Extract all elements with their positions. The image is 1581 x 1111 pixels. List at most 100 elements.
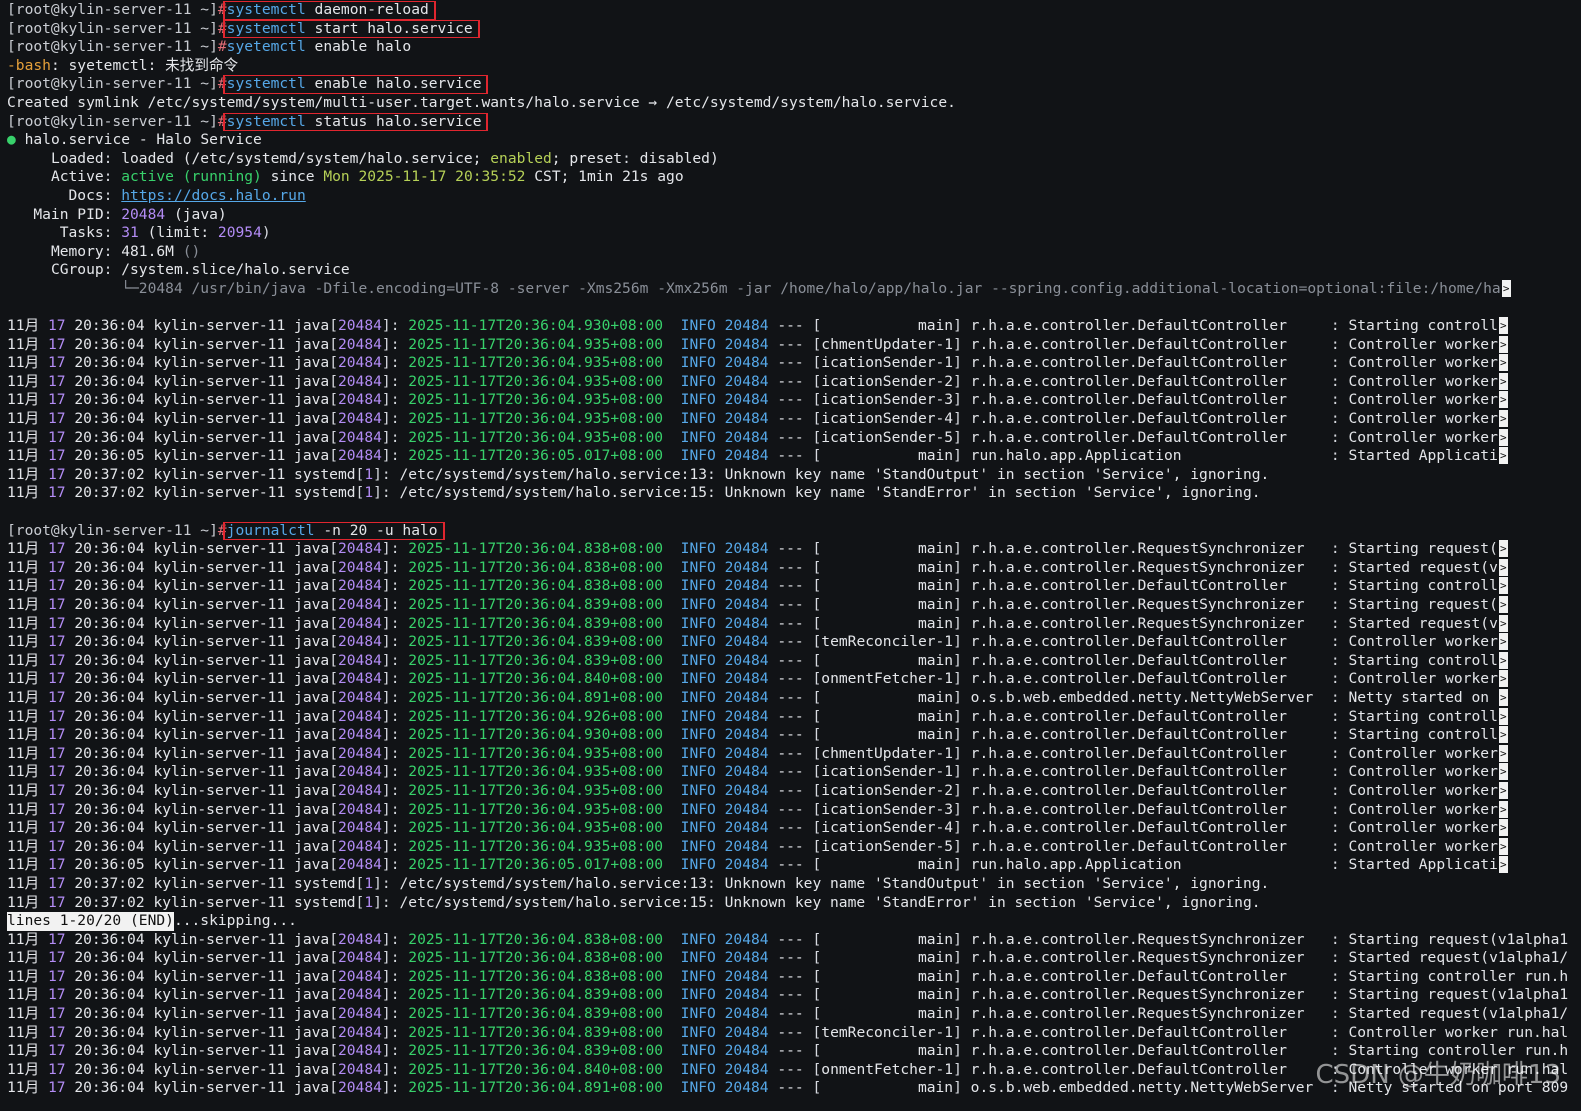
truncation-marker: > [1498,800,1508,818]
prompt-hash: # [217,75,227,93]
log-unit: systemd [294,893,356,911]
log-day: 17 [47,874,66,892]
log-unit: systemd [294,874,356,892]
truncation-marker: > [1498,819,1508,837]
bash-error-line: -bash: syetemctl: 未找到命令 [7,57,1581,76]
truncation-marker: > [1498,391,1508,409]
status-label: Active [50,168,104,186]
log-message: Controller worker [1348,633,1498,651]
log-level: INFO [680,763,716,781]
status-value: Mon 2025-11-17 20:35:52 [323,168,526,186]
log-month: 11月 [7,391,40,409]
status-label: CGroup [50,261,104,279]
log-host: kylin-server-11 [153,967,286,985]
log-timestamp: 2025-11-17T20:36:04.935+08:00 [408,410,664,428]
log-message: Controller worker [1348,837,1498,855]
command-text: syetemctl enable halo [227,38,412,55]
log-level: INFO [680,930,716,948]
log-pid: 20484 [724,577,769,595]
log-unit: java [294,800,330,818]
log-unit-pid: 20484 [337,651,382,669]
log-line: 11月 17 20:36:04 kylin-server-11 java[204… [7,391,1508,409]
log-day: 17 [47,317,66,335]
log-unit-pid: 20484 [337,372,382,390]
command-line: [root@kylin-server-11 ~]#systemctl start… [7,19,1581,39]
log-unit: java [294,856,330,874]
log-host: kylin-server-11 [153,670,286,688]
status-value: loaded (/etc/systemd/system/halo.service… [121,149,482,167]
log-separator: --- [777,633,804,651]
log-separator: --- [777,1060,804,1078]
log-level: INFO [680,688,716,706]
log-level: INFO [680,596,716,613]
symlink-line: Created symlink /etc/systemd/system/mult… [7,94,1581,113]
log-pid: 20484 [724,1005,769,1023]
log-line: 11月 17 20:37:02 kylin-server-11 systemd[… [7,893,1261,911]
log-separator: --- [777,781,804,799]
truncation-marker: > [1498,410,1508,428]
log-unit-pid: 20484 [337,763,382,781]
log-time: 20:36:04 [74,781,145,799]
log-unit-pid: 20484 [337,614,382,632]
prompt-hash: # [217,1,227,18]
log-message: Starting controller run.h [1348,967,1569,985]
truncation-marker: > [1498,763,1508,781]
log-day: 17 [47,1060,66,1078]
log-thread: chmentUpdater-1 [821,335,954,353]
log-class: r.h.a.e.controller.DefaultController [970,410,1323,428]
log-level: INFO [680,967,716,985]
log-thread: main [821,1005,954,1023]
loaded-line: Loaded: loaded (/etc/systemd/system/halo… [50,149,719,167]
log-separator: --- [777,800,804,818]
log-thread: icationSender-2 [821,372,954,390]
log-class: r.h.a.e.controller.DefaultController [970,354,1323,372]
log-pid: 20484 [724,410,769,428]
log-unit-pid: 20484 [337,428,382,446]
log-host: kylin-server-11 [153,874,286,892]
log-pid: 20484 [724,540,769,558]
log-pid: 20484 [724,1079,769,1097]
log-thread: main [821,651,954,669]
status-label-wrap: CGroup: [50,261,122,279]
log-message: Starting controll [1348,726,1498,744]
log-day: 17 [47,1042,66,1060]
prompt-hash: # [217,19,227,37]
terminal-window[interactable]: [root@kylin-server-11 ~]#systemctl daemo… [7,1,1581,1111]
status-value: 31 [121,224,139,242]
log-pid: 20484 [724,447,769,465]
log-separator: --- [777,819,804,837]
truncation-marker: > [1498,354,1508,372]
service-header: halo.service - Halo Service [24,131,262,149]
log-separator: --- [777,744,804,762]
log-pid: 20484 [724,781,769,799]
log-separator: --- [777,540,804,558]
log-thread: icationSender-1 [821,354,954,372]
log-level: INFO [680,707,716,725]
log-separator: --- [777,986,804,1004]
pager-status: lines 1-20/20 (END) [7,912,174,931]
log-host: kylin-server-11 [153,930,286,948]
log-timestamp: 2025-11-17T20:36:04.926+08:00 [408,707,664,725]
log-host: kylin-server-11 [153,410,286,428]
log-unit: java [294,614,330,632]
log-class: r.h.a.e.controller.DefaultController [970,372,1323,390]
log-unit: java [294,670,330,688]
log-level: INFO [680,986,716,1004]
log-message: Starting controll [1348,651,1498,669]
log-pid: 20484 [724,596,769,613]
log-unit-pid: 20484 [337,967,382,985]
log-timestamp: 2025-11-17T20:36:04.935+08:00 [408,335,664,353]
log-line: 11月 17 20:36:04 kylin-server-11 java[204… [7,688,1508,706]
log-unit-pid: 20484 [337,317,382,335]
log-time: 20:36:04 [74,1023,145,1041]
log-month: 11月 [7,558,40,576]
log-line: 11月 17 20:36:04 kylin-server-11 java[204… [7,410,1508,428]
log-unit: java [294,633,330,651]
log-host: kylin-server-11 [153,484,286,502]
log-month: 11月 [7,335,40,353]
log-separator: --- [777,930,804,948]
log-level: INFO [680,819,716,837]
log-message: Starting controll [1348,317,1498,335]
log-timestamp: 2025-11-17T20:36:04.838+08:00 [408,558,664,576]
log-day: 17 [47,781,66,799]
